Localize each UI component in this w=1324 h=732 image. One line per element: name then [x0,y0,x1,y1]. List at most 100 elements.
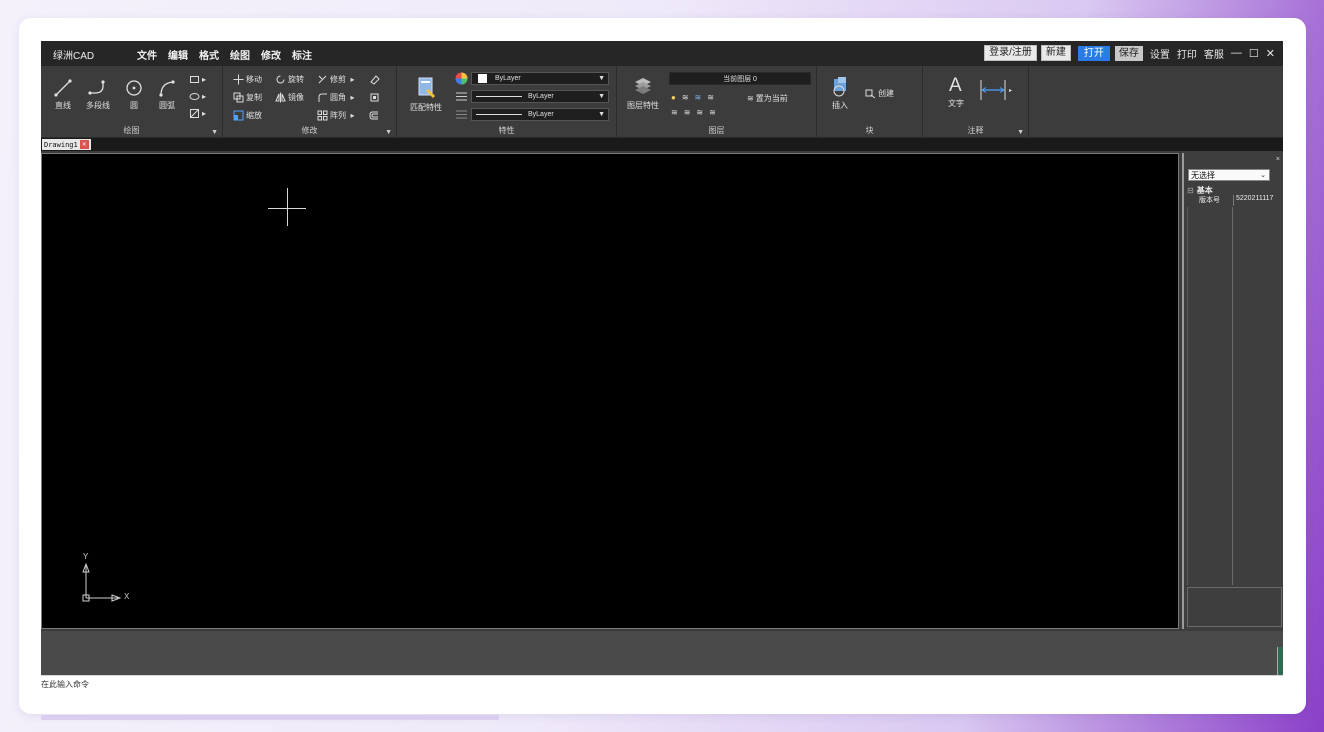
maximize-button[interactable]: ☐ [1249,47,1259,60]
tool-copy-label: 复制 [246,93,262,102]
open-button[interactable]: 打开 [1077,45,1110,61]
set-current-button[interactable]: ≋ 置为当前 [747,93,788,104]
tool-text-label: 文字 [948,99,964,108]
command-input[interactable]: 在此输入命令 [41,675,1283,694]
drawing-canvas[interactable]: Y X [41,153,1179,629]
crosshair-cursor-vertical [287,188,288,226]
chevron-down-icon: ▼ [598,111,605,118]
fillet-icon [318,93,327,102]
tool-insert-block[interactable]: 插入 [825,76,855,111]
tool-scale[interactable]: 缩放 [233,110,262,121]
tool-text[interactable]: A 文字 [945,74,967,109]
scale-icon [233,110,244,121]
settings-button[interactable]: 设置 [1150,46,1170,61]
axis-y-label: Y [83,552,89,561]
linetype-dropdown[interactable]: ByLayer ▼ [471,90,609,103]
tool-array[interactable]: 阵列 ▸ [317,110,354,121]
menu-draw[interactable]: 绘图 [230,47,250,62]
tool-line[interactable]: 直线 [51,78,75,111]
set-current-label: 置为当前 [755,94,788,103]
tool-hatch[interactable]: ▸ [189,108,206,119]
tool-mirror[interactable]: 镜像 [275,92,304,103]
panel-modify-expand[interactable]: ▼ [385,129,392,136]
menu-file[interactable]: 文件 [137,47,157,62]
tool-fillet[interactable]: 圆角 ▸ [317,92,354,103]
menu-dimension[interactable]: 标注 [292,47,312,62]
svg-text:A: A [949,75,962,96]
support-button[interactable]: 客服 [1204,46,1224,61]
panel-draw-expand[interactable]: ▼ [211,129,218,136]
tool-explode[interactable] [369,92,382,103]
panel-properties-label: 特性 [498,126,515,135]
close-window-button[interactable]: ✕ [1266,47,1275,60]
tool-insert-label: 插入 [832,101,848,110]
property-key: 版本号 [1187,195,1234,206]
tool-arc[interactable]: 圆弧 [155,78,179,111]
collapse-icon: ⊟ [1187,186,1194,195]
document-tab[interactable]: Drawing1 ✕ [42,139,91,150]
tool-layer-properties[interactable]: 图层特性 [623,74,663,111]
close-icon[interactable]: ✕ [79,140,89,149]
command-history [41,631,1283,675]
document-tab-label: Drawing1 [44,140,78,149]
chevron-down-icon: ⌄ [1260,172,1266,179]
minimize-button[interactable]: — [1231,47,1242,59]
linetype-preview [476,96,522,97]
current-layer-dropdown[interactable]: 当前图层 0 [669,72,811,85]
array-icon [317,110,328,121]
menu-bar: 文件 编辑 格式 绘图 修改 标注 [137,47,323,62]
tool-arc-label: 圆弧 [159,101,175,110]
new-button[interactable]: 新建 [1040,45,1071,61]
layer-match-icon: ≋ [696,108,710,117]
rotate-icon [276,75,285,84]
selection-dropdown[interactable]: 无选择 ⌄ [1188,169,1270,181]
create-block-icon [865,89,876,99]
tool-move[interactable]: 移动 [233,74,262,85]
layer-state-icon: ≋ [681,93,695,102]
property-description-box [1187,587,1282,627]
panel-modify: 移动 旋转 修剪 ▸ 复制 镜像 圆角 ▸ 缩放 阵列 ▸ 修改 ▼ [223,66,397,138]
tool-rotate[interactable]: 旋转 [275,74,304,85]
tool-ellipse[interactable]: ▸ [189,91,206,102]
palette-close-icon[interactable]: × [1276,156,1280,163]
save-button[interactable]: 保存 [1114,45,1143,61]
panel-annotation-expand[interactable]: ▼ [1017,129,1024,136]
menu-format[interactable]: 格式 [199,47,219,62]
insert-block-icon [833,77,846,97]
tool-dimension[interactable]: ▸ [979,78,1012,102]
layer-tools-row-1[interactable]: ● ≋ ≋ ≋ [671,93,720,102]
tool-erase[interactable] [369,74,382,85]
panel-properties: 匹配特性 ByLayer ▼ ByLayer ▼ ByLayer ▼ 特性 [397,66,617,138]
tool-circle[interactable]: 圆 [123,78,145,111]
ucs-icon: Y X [78,552,138,609]
ribbon: 直线 多段线 圆 圆弧 ▸ ▸ ▸ 绘图 ▼ 移动 旋转 修剪 ▸ 复制 镜像 … [41,66,1283,138]
dimension-more-icon: ▸ [1009,87,1013,94]
lineweight-icon [456,110,467,119]
move-icon [233,74,244,85]
match-properties-icon [418,77,436,99]
panel-draw: 直线 多段线 圆 圆弧 ▸ ▸ ▸ 绘图 ▼ [41,66,223,138]
tool-polyline[interactable]: 多段线 [83,78,113,111]
lineweight-dropdown[interactable]: ByLayer ▼ [471,108,609,121]
property-row-version: 版本号 5220211117 [1187,195,1283,206]
menu-modify[interactable]: 修改 [261,47,281,62]
print-button[interactable]: 打印 [1177,46,1197,61]
command-scrollbar[interactable] [1277,647,1283,675]
linetype-value: ByLayer [528,93,554,100]
tool-rectangle[interactable]: ▸ [189,74,206,85]
layer-tools-row-2[interactable]: ≋ ≋ ≋ ≋ [671,108,722,117]
tool-match-properties[interactable]: 匹配特性 [405,76,447,113]
lineweight-value: ByLayer [528,111,554,118]
color-dropdown[interactable]: ByLayer ▼ [471,72,609,85]
tool-trim-label: 修剪 [330,75,346,84]
tool-trim[interactable]: 修剪 ▸ [317,74,354,85]
tool-offset[interactable] [369,110,382,121]
tool-mirror-label: 镜像 [288,93,304,102]
cad-application: 绿洲CAD 文件 编辑 格式 绘图 修改 标注 登录/注册 新建 打开 保存 设… [41,41,1283,694]
tool-copy[interactable]: 复制 [233,92,262,103]
hatch-icon [190,109,199,118]
login-button[interactable]: 登录/注册 [984,45,1037,61]
explode-icon [370,93,379,102]
create-block-button[interactable]: 创建 [865,88,894,99]
menu-edit[interactable]: 编辑 [168,47,188,62]
